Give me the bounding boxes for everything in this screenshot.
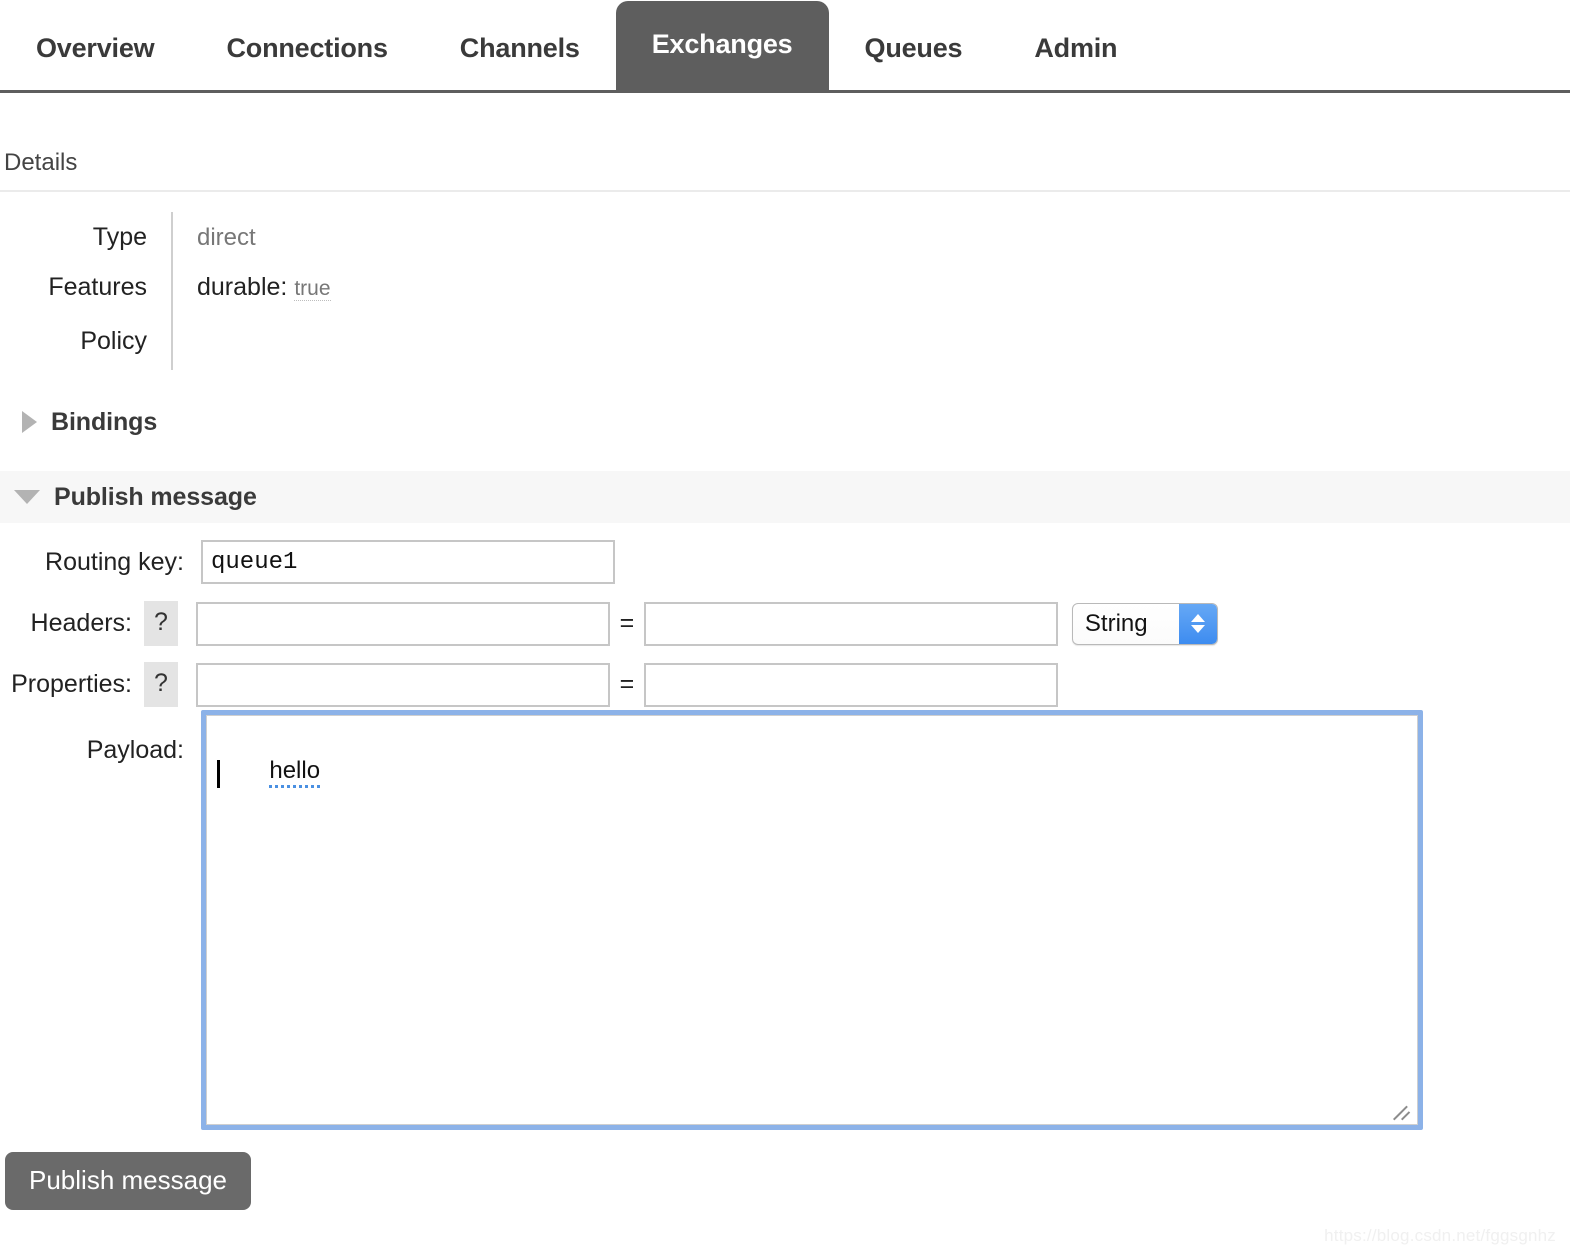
header-type-select[interactable]: String bbox=[1071, 602, 1218, 645]
payload-misspelled-word: hello bbox=[269, 757, 321, 788]
exchange-type-value: direct bbox=[197, 223, 256, 251]
properties-row: Properties: ? = bbox=[0, 662, 1058, 707]
feature-durable-name: durable: bbox=[197, 272, 288, 301]
watermark-text: https://blog.csdn.net/fggsgnhz bbox=[1324, 1226, 1556, 1245]
details-row-policy: Policy bbox=[0, 312, 900, 370]
property-value-input[interactable] bbox=[643, 662, 1058, 707]
headers-help-icon[interactable]: ? bbox=[144, 601, 178, 646]
properties-help-icon[interactable]: ? bbox=[144, 662, 178, 707]
details-heading: Details bbox=[0, 149, 1570, 193]
resize-handle-icon[interactable] bbox=[1393, 1100, 1413, 1121]
main-navigation: Overview Connections Channels Exchanges … bbox=[0, 0, 1570, 93]
chevron-updown-icon bbox=[1178, 603, 1217, 644]
nav-tab-connections[interactable]: Connections bbox=[190, 35, 423, 90]
properties-label: Properties: bbox=[11, 670, 132, 698]
triangle-down-icon bbox=[14, 490, 40, 504]
nav-tab-list: Overview Connections Channels Exchanges … bbox=[0, 0, 1153, 90]
details-value-policy bbox=[172, 312, 900, 370]
payload-text-content: hello bbox=[216, 726, 321, 816]
details-section: Details bbox=[0, 149, 1570, 193]
properties-equals-sign: = bbox=[619, 670, 635, 698]
header-value-input[interactable] bbox=[643, 601, 1058, 646]
headers-row: Headers: ? = String bbox=[0, 601, 1218, 646]
publish-message-section-toggle[interactable]: Publish message bbox=[0, 471, 1570, 523]
publish-message-button[interactable]: Publish message bbox=[5, 1152, 251, 1210]
bindings-section-label: Bindings bbox=[51, 407, 158, 436]
payload-textarea-inner[interactable]: hello bbox=[206, 715, 1418, 1125]
nav-tab-queues[interactable]: Queues bbox=[829, 35, 999, 90]
routing-key-label: Routing key: bbox=[45, 547, 184, 576]
bindings-section-toggle[interactable]: Bindings bbox=[0, 398, 1570, 446]
header-key-input[interactable] bbox=[195, 601, 610, 646]
details-value-features: durable: true bbox=[172, 262, 900, 312]
property-key-input[interactable] bbox=[195, 662, 610, 707]
nav-tab-channels[interactable]: Channels bbox=[424, 35, 616, 90]
payload-label: Payload: bbox=[86, 736, 184, 764]
headers-equals-sign: = bbox=[619, 609, 635, 637]
details-value-type: direct bbox=[172, 212, 900, 262]
details-row-features: Features durable: true bbox=[0, 262, 900, 312]
headers-label: Headers: bbox=[30, 609, 132, 637]
nav-tab-overview[interactable]: Overview bbox=[0, 35, 190, 90]
nav-tab-exchanges[interactable]: Exchanges bbox=[615, 1, 829, 90]
details-label-policy: Policy bbox=[0, 312, 173, 370]
payload-textarea[interactable]: hello bbox=[201, 710, 1423, 1130]
routing-key-row: Routing key: bbox=[0, 540, 615, 584]
payload-row: Payload: hello bbox=[0, 710, 1423, 1130]
details-label-type: Type bbox=[0, 212, 173, 262]
header-type-selected-value: String bbox=[1084, 609, 1148, 637]
details-row-type: Type direct bbox=[0, 212, 900, 262]
details-table: Type direct Features durable: true Polic… bbox=[0, 212, 900, 370]
publish-message-section-label: Publish message bbox=[54, 482, 257, 511]
routing-key-input[interactable] bbox=[201, 540, 615, 584]
details-label-features: Features bbox=[0, 262, 173, 312]
feature-durable-value: true bbox=[294, 276, 331, 301]
text-caret bbox=[217, 760, 220, 788]
nav-tab-admin[interactable]: Admin bbox=[998, 35, 1153, 90]
triangle-right-icon bbox=[22, 411, 37, 433]
